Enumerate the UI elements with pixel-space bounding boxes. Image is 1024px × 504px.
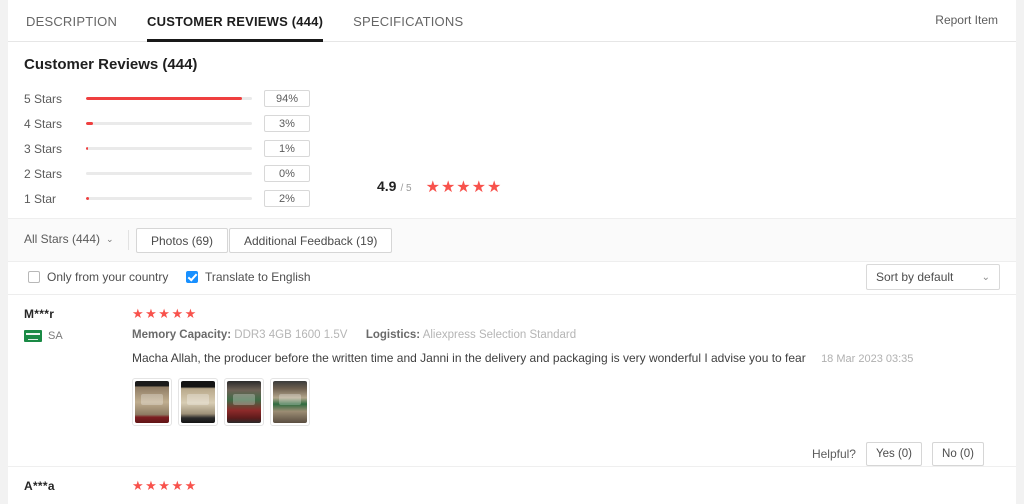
review-author-block: A***a xyxy=(24,479,132,493)
options-row: Only from your country Translate to Engl… xyxy=(8,262,1016,295)
tab-list: DESCRIPTION CUSTOMER REVIEWS (444) SPECI… xyxy=(26,0,463,42)
rating-bar-fill xyxy=(86,147,89,150)
average-score-stars-icon: ★★★★★ xyxy=(425,179,503,196)
rating-bar-track xyxy=(86,147,252,150)
sort-select[interactable]: Sort by default ⌄ xyxy=(866,264,1000,290)
only-from-your-country-checkbox[interactable]: Only from your country xyxy=(28,270,168,284)
reviews-list: M***r SA ★★★★★ Memory Capacity: DDR3 4GB… xyxy=(8,295,1016,504)
helpful-no-button[interactable]: No (0) xyxy=(932,442,984,466)
review-photo-thumbnail[interactable] xyxy=(132,378,172,426)
rating-bar-percent: 2% xyxy=(264,190,310,207)
review-author-block: M***r SA xyxy=(24,307,132,426)
review-author-name: M***r xyxy=(24,307,55,321)
review-specs: Memory Capacity: DDR3 4GB 1600 1.5V Logi… xyxy=(132,329,1000,341)
all-stars-label: All Stars (444) xyxy=(24,232,101,246)
review-body: Macha Allah, the producer before the wri… xyxy=(132,350,1000,367)
review-spec-value-memory: DDR3 4GB 1600 1.5V xyxy=(234,329,348,341)
rating-bar-row: 2 Stars 0% xyxy=(24,161,314,186)
review-photo-thumbnail[interactable] xyxy=(224,378,264,426)
review-photo-thumbnail[interactable] xyxy=(178,378,218,426)
review-date: 18 Mar 2023 03:35 xyxy=(821,353,914,365)
chevron-down-icon: ⌄ xyxy=(981,271,990,283)
tab-bar: DESCRIPTION CUSTOMER REVIEWS (444) SPECI… xyxy=(8,0,1016,42)
thumbnail-image xyxy=(181,381,215,423)
rating-bar-row: 1 Star 2% xyxy=(24,186,314,211)
rating-bar-fill xyxy=(86,122,93,125)
tab-specifications[interactable]: SPECIFICATIONS xyxy=(353,0,463,42)
review-spec-value-logistics: Aliexpress Selection Standard xyxy=(422,329,577,341)
rating-bar-label: 5 Stars xyxy=(24,91,63,106)
checkbox-checked-icon[interactable] xyxy=(186,271,198,283)
thumbnail-image xyxy=(135,381,169,423)
thumbnail-image xyxy=(273,381,307,423)
review-stars-icon: ★★★★★ xyxy=(132,478,198,493)
review-spec-label-memory: Memory Capacity: xyxy=(132,329,232,341)
review-photo-thumbnail[interactable] xyxy=(270,378,310,426)
rating-bar-label: 1 Star xyxy=(24,191,57,206)
rating-bar-percent: 0% xyxy=(264,165,310,182)
review-item: A***a ★★★★★ xyxy=(8,466,1016,493)
translate-to-english-checkbox[interactable]: Translate to English xyxy=(186,270,311,284)
rating-bar-track xyxy=(86,97,252,100)
filter-divider xyxy=(128,230,129,250)
review-author-name: A***a xyxy=(24,479,55,493)
review-header: M***r SA ★★★★★ Memory Capacity: DDR3 4GB… xyxy=(24,307,1000,426)
rating-breakdown: 5 Stars 94% 4 Stars 3% 3 Stars 1% 2 Star… xyxy=(24,86,314,211)
rating-bar-fill xyxy=(86,197,90,200)
filter-additional-feedback-button[interactable]: Additional Feedback (19) xyxy=(229,228,393,253)
sort-select-value: Sort by default xyxy=(876,270,954,284)
all-stars-dropdown[interactable]: All Stars (444) ⌄ xyxy=(24,232,114,246)
review-country-code: SA xyxy=(48,330,63,342)
tab-description[interactable]: DESCRIPTION xyxy=(26,0,117,42)
helpful-label: Helpful? xyxy=(811,447,856,461)
helpful-vote-group: Helpful? Yes (0) No (0) xyxy=(812,442,984,466)
page-title: Customer Reviews (444) xyxy=(24,56,198,73)
review-country: SA xyxy=(24,330,132,342)
rating-bar-row: 3 Stars 1% xyxy=(24,136,314,161)
rating-bar-fill xyxy=(86,97,243,100)
review-item: M***r SA ★★★★★ Memory Capacity: DDR3 4GB… xyxy=(8,295,1016,466)
helpful-yes-button[interactable]: Yes (0) xyxy=(865,442,922,466)
flag-icon xyxy=(24,330,42,342)
chevron-down-icon: ⌄ xyxy=(106,233,114,244)
rating-bar-row: 5 Stars 94% xyxy=(24,86,314,111)
only-from-your-country-label: Only from your country xyxy=(47,270,169,284)
thumbnail-image xyxy=(227,381,261,423)
average-score: 4.9 / 5 ★★★★★ xyxy=(377,176,502,196)
filter-strip: All Stars (444) ⌄ Photos (69) Additional… xyxy=(8,218,1016,262)
translate-to-english-label: Translate to English xyxy=(205,270,311,284)
rating-bar-track xyxy=(86,197,252,200)
average-score-value: 4.9 xyxy=(377,178,397,194)
reviews-page: DESCRIPTION CUSTOMER REVIEWS (444) SPECI… xyxy=(0,0,1024,504)
review-spec-label-logistics: Logistics: xyxy=(365,329,421,341)
rating-bar-percent: 94% xyxy=(264,90,310,107)
reviews-summary-panel: Customer Reviews (444) 5 Stars 94% 4 Sta… xyxy=(8,42,1016,218)
rating-bar-label: 3 Stars xyxy=(24,141,63,156)
review-footer: Helpful? Yes (0) No (0) xyxy=(24,426,1000,466)
review-stars-icon: ★★★★★ xyxy=(132,306,198,321)
checkbox-icon[interactable] xyxy=(28,271,40,283)
report-item-link[interactable]: Report Item xyxy=(935,13,998,27)
rating-bar-label: 2 Stars xyxy=(24,166,63,181)
rating-bar-percent: 1% xyxy=(264,140,310,157)
review-photos xyxy=(132,378,1000,426)
tab-customer-reviews[interactable]: CUSTOMER REVIEWS (444) xyxy=(147,0,324,42)
filter-photos-button[interactable]: Photos (69) xyxy=(136,228,229,253)
rating-bar-percent: 3% xyxy=(264,115,310,132)
rating-bar-track xyxy=(86,172,252,175)
rating-bar-row: 4 Stars 3% xyxy=(24,111,314,136)
average-score-denominator: / 5 xyxy=(400,183,412,194)
rating-bar-track xyxy=(86,122,252,125)
review-content: ★★★★★ Memory Capacity: DDR3 4GB 1600 1.5… xyxy=(132,307,1000,426)
rating-bar-label: 4 Stars xyxy=(24,116,63,131)
review-content: ★★★★★ xyxy=(132,479,1000,493)
review-header: A***a ★★★★★ xyxy=(24,479,1000,494)
review-text: Macha Allah, the producer before the wri… xyxy=(132,351,806,365)
